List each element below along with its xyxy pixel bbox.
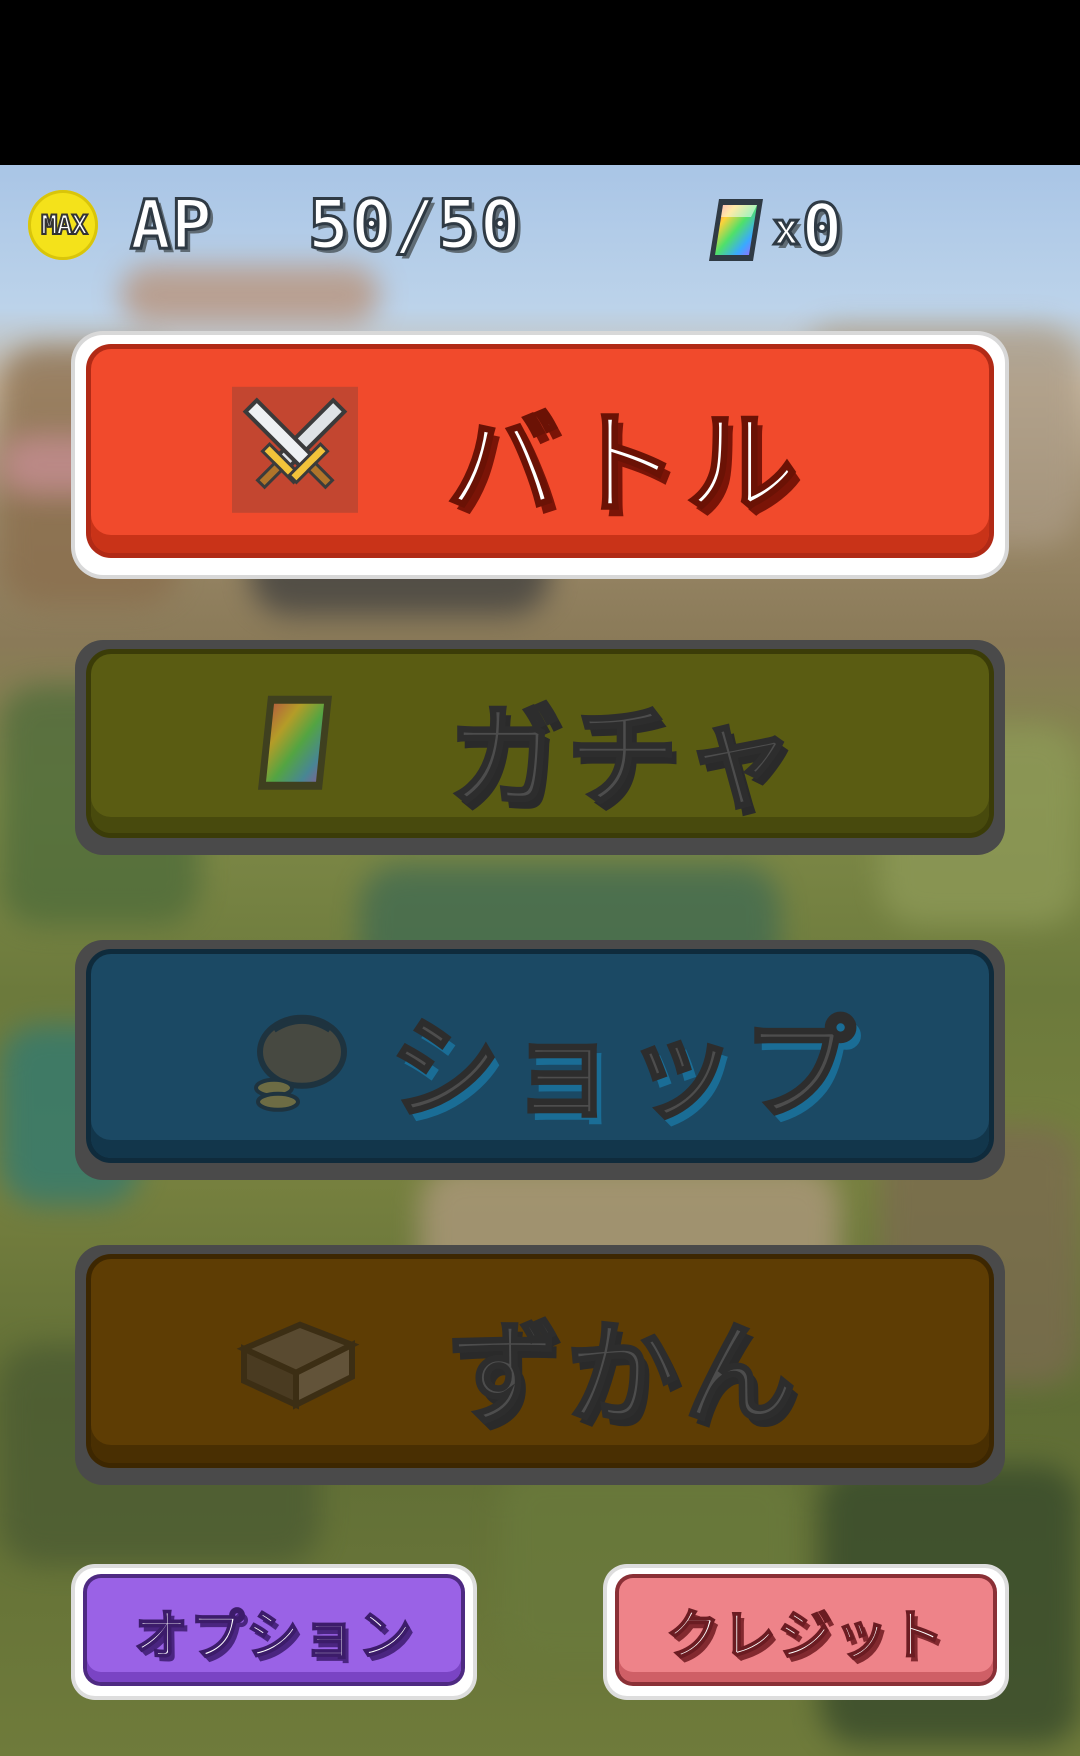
gem-multiplier-sign: x xyxy=(772,203,801,257)
rainbow-gem-icon xyxy=(709,198,763,261)
ap-label: AP xyxy=(129,185,214,267)
options-button-label: オプション xyxy=(87,1578,461,1682)
shop-button-label: ショップ xyxy=(388,1004,861,1137)
gem-counter: x 0 xyxy=(705,189,844,271)
credits-button[interactable]: クレジット xyxy=(607,1568,1005,1696)
top-black-bar xyxy=(0,0,1080,165)
max-badge-text: MAX xyxy=(40,209,89,242)
options-button[interactable]: オプション xyxy=(75,1568,473,1696)
ap-value: 50/50 xyxy=(307,185,523,267)
gacha-button[interactable]: ガチャ xyxy=(75,640,1005,855)
credits-button-label: クレジット xyxy=(619,1578,993,1682)
battle-button[interactable]: バトル xyxy=(75,335,1005,575)
gem-count-value: 0 xyxy=(800,189,844,271)
shop-button[interactable]: ショップ xyxy=(75,940,1005,1180)
game-screen: MAX AP 50/50 x 0 バトル ガチャ ショップ ずかん オプション … xyxy=(0,0,1080,1756)
encyclopedia-button[interactable]: ずかん xyxy=(75,1245,1005,1485)
gacha-button-label: ガチャ xyxy=(447,691,802,824)
battle-button-label: バトル xyxy=(445,399,804,532)
ap-max-badge: MAX xyxy=(20,190,108,260)
status-hud: MAX AP 50/50 x 0 xyxy=(20,185,1060,271)
encyclopedia-button-label: ずかん xyxy=(447,1309,802,1442)
